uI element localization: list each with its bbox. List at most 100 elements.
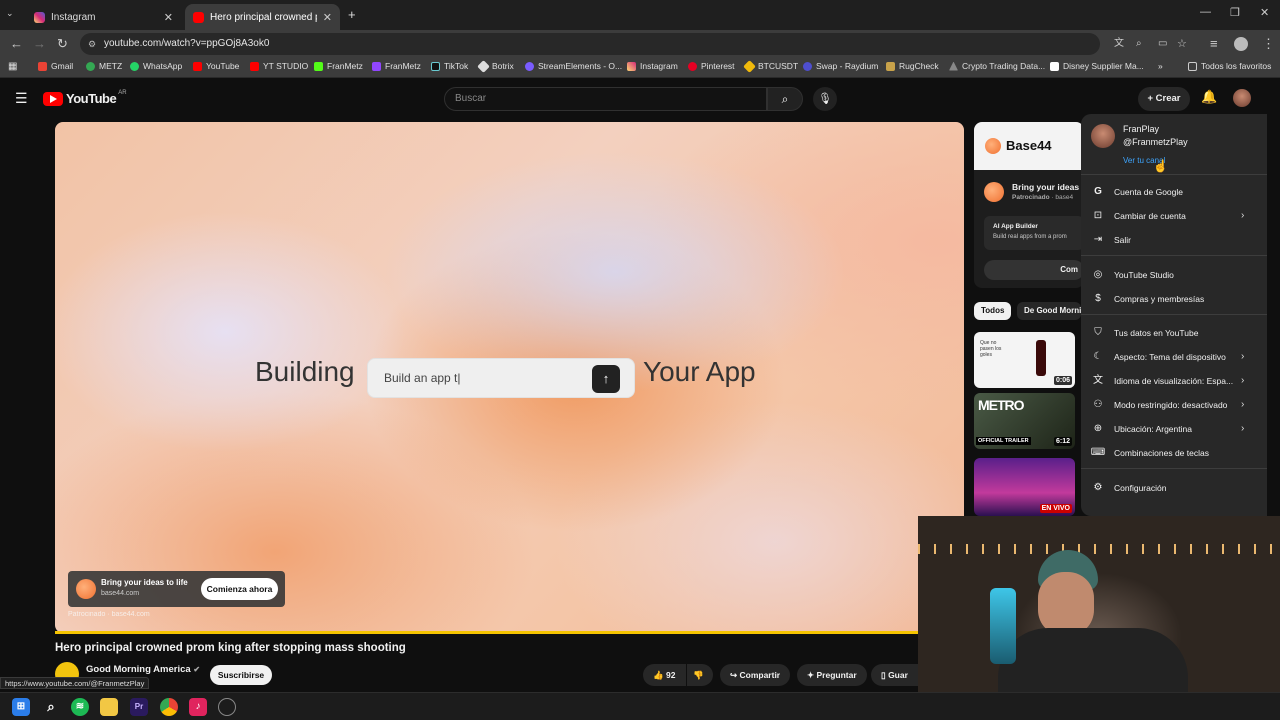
google-icon: G (1094, 186, 1102, 197)
cast-icon[interactable]: ▭ (1158, 33, 1167, 55)
search-icon[interactable]: ⌕ (767, 87, 803, 111)
menu-item-settings[interactable]: ⚙ Configuración (1081, 477, 1267, 499)
base44-logo-icon (985, 138, 1001, 154)
side-ad-panel[interactable]: Base44 Bring your ideas Patrocinado · ba… (974, 122, 1084, 288)
menu-item-youtube-studio[interactable]: ◎ YouTube Studio (1081, 264, 1267, 286)
bookmark-crypto-trading[interactable]: Crypto Trading Data... (949, 61, 1045, 71)
apps-grid-icon[interactable]: ▦ (8, 61, 17, 72)
bookmark-whatsapp[interactable]: WhatsApp (130, 61, 182, 71)
menu-item-language[interactable]: 文 Idioma de visualización: Espa... › (1081, 370, 1267, 392)
menu-item-appearance[interactable]: ☾ Aspecto: Tema del dispositivo › (1081, 346, 1267, 368)
hamburger-menu-icon[interactable]: ☰ (15, 90, 28, 107)
menu-avatar (1091, 124, 1115, 148)
create-button[interactable]: + Crear (1138, 87, 1190, 111)
ad-progress-bar[interactable] (55, 631, 919, 634)
link-status-bar: https://www.youtube.com/@FranmetzPlay (0, 677, 150, 689)
tab-search-icon[interactable]: ⌄ (6, 8, 14, 19)
bookmark-tiktok[interactable]: TikTok (431, 61, 468, 71)
dislike-button[interactable]: 👎 (687, 664, 713, 686)
restore-icon[interactable]: ❐ (1230, 6, 1240, 19)
windows-start-icon[interactable]: ⊞ (12, 698, 30, 716)
subscribe-button[interactable]: Suscribirse (210, 665, 272, 685)
search-icon[interactable]: ⌕ (42, 698, 60, 716)
chevron-right-icon: › (1241, 399, 1245, 410)
menu-item-your-data[interactable]: ⛉ Tus datos en YouTube (1081, 322, 1267, 344)
bookmark-franmetz[interactable]: FranMetz (314, 61, 363, 71)
forward-icon[interactable]: → (33, 36, 46, 52)
profile-avatar[interactable] (1234, 37, 1248, 51)
back-icon[interactable]: ← (10, 36, 23, 52)
spotify-icon[interactable]: ≋ (71, 698, 89, 716)
close-tab-icon[interactable]: ✕ (164, 11, 173, 24)
related-video-thumbnail[interactable]: METRO OFFICIAL TRAILER 6:12 (974, 393, 1075, 449)
tab-youtube[interactable]: Hero principal crowned prom k ✕ (185, 4, 340, 30)
bookmark-streamelements[interactable]: StreamElements - O... (525, 61, 622, 71)
chevron-right-icon: › (1241, 375, 1245, 386)
menu-item-switch-account[interactable]: ⊡ Cambiar de cuenta › (1081, 205, 1267, 227)
ad-title: Bring your ideas to life (101, 578, 188, 587)
new-tab-icon[interactable]: + (348, 7, 356, 22)
chrome-icon[interactable] (160, 698, 178, 716)
account-avatar[interactable] (1233, 89, 1251, 107)
minimize-icon[interactable]: — (1200, 6, 1211, 18)
reading-list-icon[interactable]: ≡ (1210, 36, 1218, 52)
filter-chip-all[interactable]: Todos (974, 302, 1012, 320)
site-info-icon[interactable]: ⚙ (88, 33, 96, 55)
folder-icon (1188, 61, 1197, 71)
bookmark-disney[interactable]: Disney Supplier Ma... (1050, 61, 1144, 71)
ad-cta-button[interactable]: Comienza ahora (201, 578, 278, 600)
like-button[interactable]: 👍 92 (643, 664, 686, 686)
youtube-logo[interactable]: YouTube AR (43, 90, 127, 106)
tab-title: Hero principal crowned prom k (210, 11, 317, 23)
filter-chip-channel[interactable]: De Good Morni (1017, 302, 1081, 320)
save-button[interactable]: ▯ Guar (871, 664, 919, 686)
menu-item-purchases[interactable]: $ Compras y membresías (1081, 288, 1267, 310)
bookmark-metz[interactable]: METZ (86, 61, 122, 71)
share-button[interactable]: ↪ Compartir (720, 664, 791, 686)
bookmark-yt-studio[interactable]: YT STUDIO (250, 61, 308, 71)
all-bookmarks[interactable]: Todos los favoritos (1188, 61, 1271, 71)
menu-item-location[interactable]: ⊕ Ubicación: Argentina › (1081, 418, 1267, 440)
bookmark-pinterest[interactable]: Pinterest (688, 61, 735, 71)
rugcheck-icon (886, 61, 895, 71)
translate-page-icon[interactable]: 文 (1114, 33, 1124, 55)
file-explorer-icon[interactable] (100, 698, 118, 716)
menu-item-google-account[interactable]: G Cuenta de Google (1081, 181, 1267, 203)
close-tab-icon[interactable]: ✕ (323, 11, 332, 24)
reload-icon[interactable]: ↻ (57, 36, 68, 52)
side-ad-brand: Base44 (1006, 138, 1052, 153)
bookmark-star-icon[interactable]: ☆ (1177, 33, 1187, 55)
side-ad-cta-button[interactable]: Com (984, 260, 1084, 280)
microphone-icon[interactable]: 🎙 (813, 87, 837, 111)
more-bookmarks-icon[interactable]: » (1158, 61, 1163, 71)
close-window-icon[interactable]: ✕ (1260, 6, 1269, 19)
bookmark-youtube[interactable]: YouTube (193, 61, 239, 71)
search-input[interactable]: Buscar (444, 87, 767, 111)
bookmark-instagram[interactable]: Instagram (627, 61, 678, 71)
channel-name[interactable]: Good Morning America ✔ (86, 664, 200, 675)
related-video-thumbnail[interactable]: Que no pasen los goles 0:06 (974, 332, 1075, 388)
premiere-icon[interactable]: Pr (130, 698, 148, 716)
ask-button[interactable]: ✦ Preguntar (797, 664, 867, 686)
ad-card[interactable]: Bring your ideas to life base44.com Comi… (68, 571, 285, 607)
menu-item-restricted-mode[interactable]: ⚇ Modo restringido: desactivado › (1081, 394, 1267, 416)
bookmark-raydium[interactable]: Swap - Raydium (803, 61, 878, 71)
zoom-icon[interactable]: ⌕ (1136, 33, 1142, 55)
capcut-icon[interactable]: ♪ (189, 698, 207, 716)
related-video-thumbnail[interactable]: EN VIVO (974, 458, 1075, 516)
menu-item-sign-out[interactable]: ⇥ Salir (1081, 229, 1267, 251)
bookmark-rugcheck[interactable]: RugCheck (886, 61, 939, 71)
address-bar[interactable]: ⚙ youtube.com/watch?v=ppGOj8A3ok0 文 ⌕ ▭ … (80, 33, 1187, 55)
video-player[interactable]: Building Build an app t| ↑ Your App Brin… (55, 122, 964, 633)
bookmark-botrix[interactable]: Botrix (477, 59, 514, 73)
obs-icon[interactable] (218, 698, 236, 716)
bookmark-franmetz-twitch[interactable]: FranMetz (372, 61, 421, 71)
tab-instagram[interactable]: Instagram ✕ (26, 4, 181, 30)
menu-item-keyboard-shortcuts[interactable]: ⌨ Combinaciones de teclas (1081, 442, 1267, 464)
notifications-bell-icon[interactable]: 🔔 (1201, 89, 1217, 105)
browser-menu-icon[interactable]: ⋮ (1262, 36, 1275, 52)
bookmark-btcusdt[interactable]: BTCUSDT (743, 59, 798, 73)
bookmark-gmail[interactable]: Gmail (38, 61, 73, 71)
chevron-right-icon: › (1241, 351, 1245, 362)
tiktok-icon (431, 61, 440, 71)
